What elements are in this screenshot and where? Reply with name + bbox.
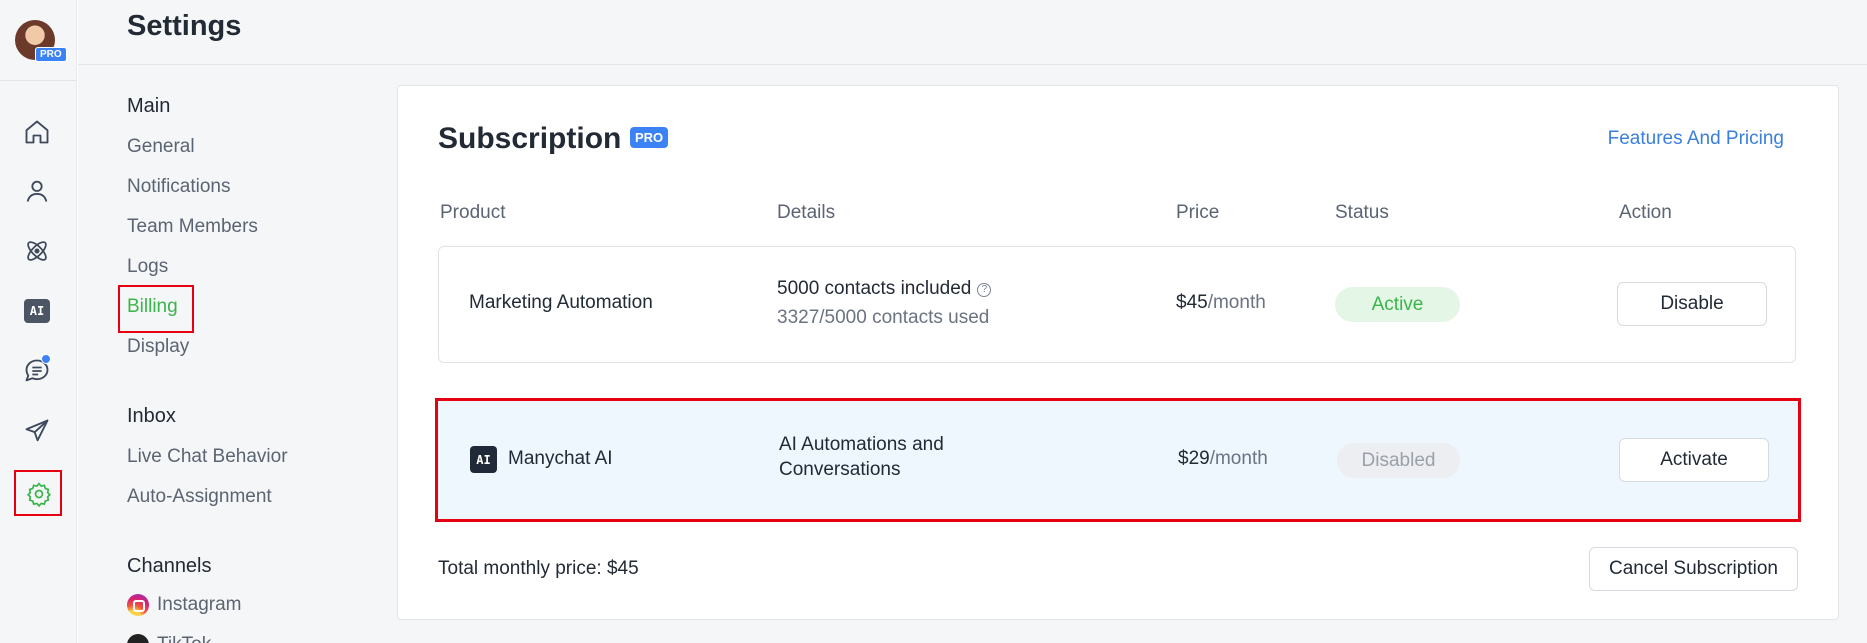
- price-unit: /month: [1209, 448, 1268, 469]
- table-row: Marketing Automation 5000 contacts inclu…: [438, 246, 1796, 363]
- nav-item-live-chat-behavior[interactable]: Live Chat Behavior: [127, 446, 288, 468]
- status-badge: Active: [1335, 287, 1460, 322]
- status-badge: Disabled: [1337, 443, 1460, 478]
- details-line-1: AI Automations and: [779, 434, 944, 455]
- nav-item-tiktok[interactable]: TikTok: [127, 634, 211, 643]
- contacts-icon[interactable]: [20, 174, 54, 208]
- nav-item-team-members[interactable]: Team Members: [127, 216, 258, 238]
- details-usage: 3327/5000 contacts used: [777, 307, 990, 328]
- pro-badge: PRO: [630, 127, 669, 148]
- subscription-title: Subscription: [438, 122, 622, 155]
- tiktok-icon: [127, 634, 149, 643]
- settings-nav: Main General Notifications Team Members …: [78, 65, 396, 643]
- nav-item-display[interactable]: Display: [127, 336, 189, 358]
- details-line-2: Conversations: [779, 459, 901, 480]
- details-line: 5000 contacts included?: [777, 278, 992, 300]
- details-included: 5000 contacts included: [777, 278, 972, 299]
- nav-item-tiktok-label: TikTok: [157, 634, 211, 643]
- nav-item-logs[interactable]: Logs: [127, 256, 168, 278]
- nav-item-billing[interactable]: Billing: [127, 296, 178, 318]
- nav-section-main: Main: [127, 95, 171, 117]
- nav-item-general[interactable]: General: [127, 136, 195, 158]
- send-icon[interactable]: [20, 414, 54, 448]
- price-unit: /month: [1207, 292, 1266, 313]
- nav-section-inbox: Inbox: [127, 405, 176, 427]
- column-header-status: Status: [1335, 202, 1389, 223]
- nav-item-instagram-label: Instagram: [157, 594, 242, 616]
- page-header: Settings: [78, 0, 1867, 65]
- column-header-action: Action: [1619, 202, 1672, 223]
- disable-button[interactable]: Disable: [1617, 282, 1767, 326]
- price-amount: $29: [1178, 448, 1210, 469]
- page-title: Settings: [127, 10, 242, 42]
- total-monthly-price: Total monthly price: $45: [438, 558, 639, 579]
- product-name: Manychat AI: [508, 448, 613, 469]
- automation-icon[interactable]: [20, 234, 54, 268]
- nav-item-instagram[interactable]: Instagram: [127, 594, 241, 616]
- ai-icon-label: AI: [24, 299, 50, 323]
- settings-icon[interactable]: [14, 470, 62, 516]
- ai-icon[interactable]: AI: [20, 294, 54, 328]
- product-name: Marketing Automation: [469, 292, 653, 313]
- ai-product-icon: AI: [470, 446, 497, 473]
- activate-button[interactable]: Activate: [1619, 438, 1769, 482]
- subscription-card: Subscription PRO Features And Pricing Pr…: [397, 85, 1839, 620]
- table-row: AI Manychat AI AI Automations and Conver…: [435, 398, 1801, 522]
- notification-dot: [41, 354, 51, 364]
- nav-section-channels: Channels: [127, 555, 212, 577]
- nav-item-notifications[interactable]: Notifications: [127, 176, 231, 198]
- help-icon[interactable]: ?: [977, 283, 992, 297]
- column-header-product: Product: [440, 202, 506, 223]
- icon-rail: PRO AI: [0, 0, 77, 643]
- home-icon[interactable]: [20, 115, 54, 149]
- instagram-icon: [127, 594, 149, 616]
- features-and-pricing-link[interactable]: Features And Pricing: [1608, 128, 1784, 150]
- column-header-details: Details: [777, 202, 836, 223]
- nav-item-auto-assignment[interactable]: Auto-Assignment: [127, 486, 272, 508]
- price-amount: $45: [1176, 292, 1208, 313]
- price: $45/month: [1176, 292, 1266, 314]
- column-header-price: Price: [1176, 202, 1220, 223]
- price: $29/month: [1178, 448, 1268, 470]
- cancel-subscription-button[interactable]: Cancel Subscription: [1589, 547, 1798, 591]
- avatar-pro-badge: PRO: [35, 47, 67, 62]
- rail-divider: [0, 80, 77, 81]
